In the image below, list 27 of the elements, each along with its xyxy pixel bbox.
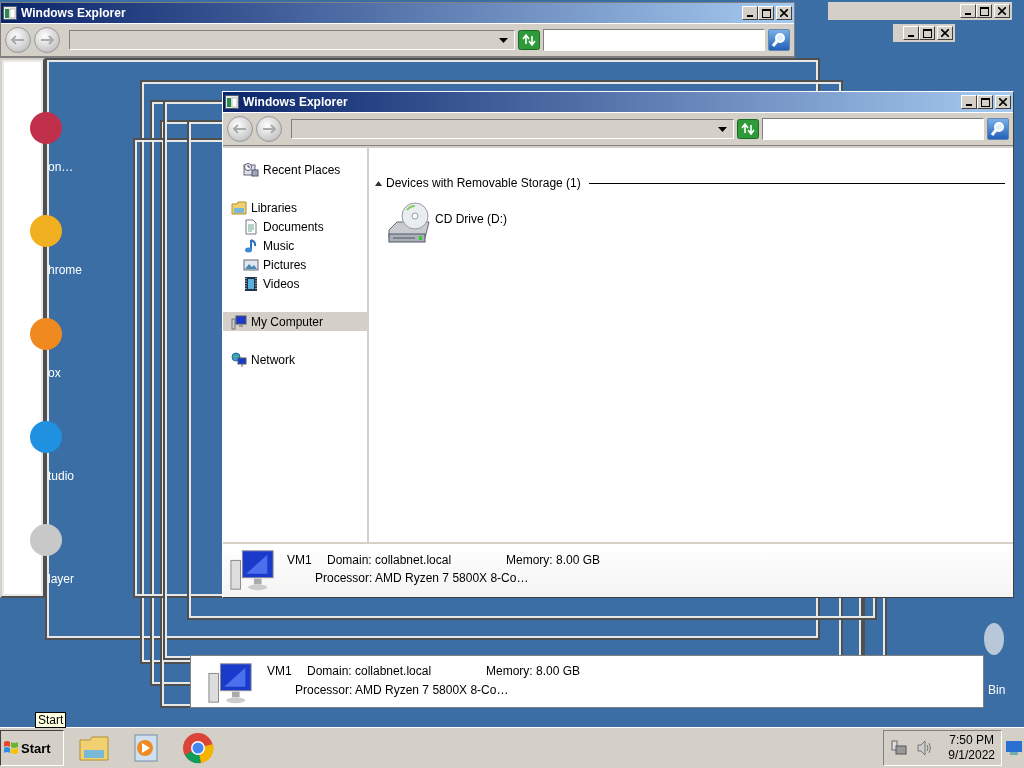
clock-time: 7:50 PM xyxy=(949,733,994,748)
computer-name: VM1 xyxy=(287,553,312,567)
sidebar-item[interactable]: My Computer xyxy=(223,312,367,331)
domain-text: Domain: collabnet.local xyxy=(327,553,452,567)
computer-name: VM1 xyxy=(267,664,292,678)
desktop-icon-label[interactable]: Bin xyxy=(988,683,1006,697)
clock[interactable]: 7:50 PM 9/1/2022 xyxy=(948,733,995,763)
sidebar-item[interactable]: Network xyxy=(223,350,367,369)
window-title: Windows Explorer xyxy=(21,6,127,20)
start-button[interactable]: Start xyxy=(0,730,64,766)
window-title: Windows Explorer xyxy=(243,95,349,109)
sidebar-item[interactable]: Libraries xyxy=(223,198,367,217)
processor-text: Processor: AMD Ryzen 7 5800X 8-Co… xyxy=(295,683,509,697)
sidebar-item[interactable]: Music xyxy=(223,236,367,255)
sidebar-item[interactable]: Documents xyxy=(223,217,367,236)
group-header[interactable]: Devices with Removable Storage (1) xyxy=(375,176,1005,190)
clock-date: 9/1/2022 xyxy=(948,748,995,763)
drive-label[interactable]: CD Drive (D:) xyxy=(435,212,507,226)
processor-text: Processor: AMD Ryzen 7 5800X 8-Co… xyxy=(315,571,529,585)
sidebar-item[interactable]: Videos xyxy=(223,274,367,293)
sidebar-item[interactable]: Pictures xyxy=(223,255,367,274)
domain-text: Domain: collabnet.local xyxy=(307,664,432,678)
sidebar-item[interactable]: Recent Places xyxy=(223,160,367,179)
group-title: Devices with Removable Storage (1) xyxy=(386,176,581,190)
memory-text: Memory: 8.00 GB xyxy=(506,553,601,567)
memory-text: Memory: 8.00 GB xyxy=(486,664,581,678)
tooltip: Start xyxy=(35,712,67,728)
